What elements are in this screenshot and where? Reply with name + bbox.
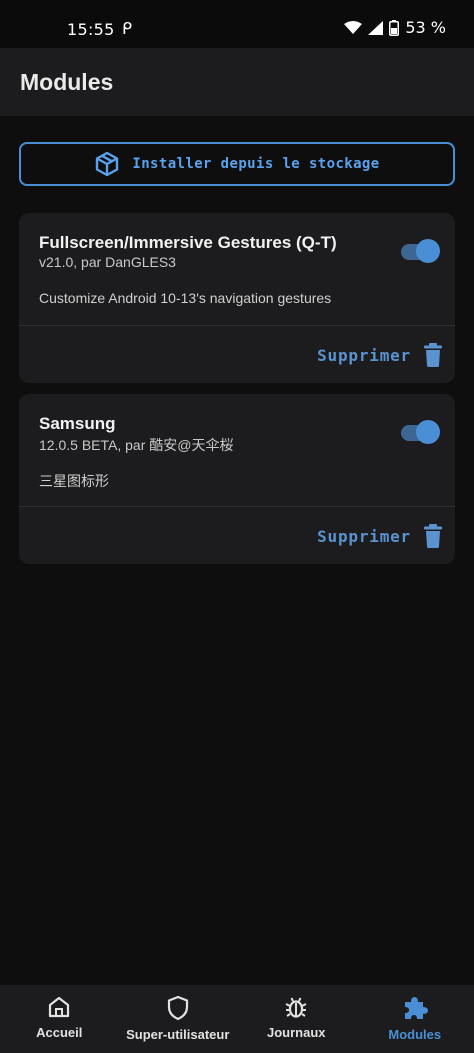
card-divider: [19, 325, 455, 326]
module-name: Fullscreen/Immersive Gestures (Q-T): [39, 233, 337, 252]
module-description: Customize Android 10-13's navigation ges…: [39, 290, 332, 306]
page-title: Modules: [20, 69, 114, 95]
module-card: Samsung 12.0.5 BETA, par 酷安@天伞桜 三星图标形 Su…: [19, 394, 455, 564]
install-button-label: Installer depuis le stockage: [132, 156, 380, 172]
status-indicators: 53 %: [344, 18, 446, 37]
toggle-thumb: [416, 420, 440, 444]
module-version: 12.0.5 BETA, par 酷安@天伞桜: [39, 437, 234, 453]
bug-icon: [285, 997, 307, 1018]
module-card: Fullscreen/Immersive Gestures (Q-T) v21.…: [19, 213, 455, 383]
trash-icon: [424, 524, 442, 548]
nav-label: Super-utilisateur: [126, 1027, 230, 1042]
battery-percent: 53 %: [405, 18, 446, 37]
bottom-navigation: Accueil Super-utilisateur Journaux Modul…: [0, 985, 474, 1053]
nav-item-modules[interactable]: Modules: [356, 985, 474, 1053]
module-version: v21.0, par DanGLES3: [39, 254, 176, 270]
nav-item-home[interactable]: Accueil: [0, 985, 119, 1053]
nav-label: Accueil: [36, 1025, 83, 1040]
home-icon: [49, 996, 70, 1018]
delete-button-label: Supprimer: [317, 345, 411, 365]
module-enable-toggle[interactable]: [401, 239, 441, 265]
status-time: 15:55: [67, 20, 115, 39]
package-icon: [96, 151, 119, 177]
nav-label: Journaux: [266, 1025, 326, 1040]
notification-icon: ᑭ: [122, 19, 133, 38]
delete-button-label: Supprimer: [317, 526, 411, 546]
nav-item-superuser[interactable]: Super-utilisateur: [119, 985, 238, 1053]
nav-label: Modules: [388, 1027, 442, 1042]
delete-module-button[interactable]: Supprimer: [317, 522, 443, 550]
card-divider: [19, 506, 455, 507]
battery-icon: [389, 19, 400, 36]
nav-item-logs[interactable]: Journaux: [237, 985, 356, 1053]
shield-icon: [167, 995, 188, 1021]
wifi-icon: [344, 20, 363, 34]
app-bar: Modules: [0, 48, 474, 116]
puzzle-icon: [404, 997, 428, 1019]
install-from-storage-button[interactable]: Installer depuis le stockage: [19, 142, 455, 186]
delete-module-button[interactable]: Supprimer: [317, 341, 443, 369]
toggle-thumb: [416, 239, 440, 263]
trash-icon: [424, 343, 442, 367]
module-name: Samsung: [39, 414, 116, 433]
module-description: 三星图标形: [39, 473, 109, 489]
status-bar: 15:55 ᑭ 53 %: [0, 0, 474, 48]
signal-icon: [368, 20, 384, 35]
module-enable-toggle[interactable]: [401, 420, 441, 446]
